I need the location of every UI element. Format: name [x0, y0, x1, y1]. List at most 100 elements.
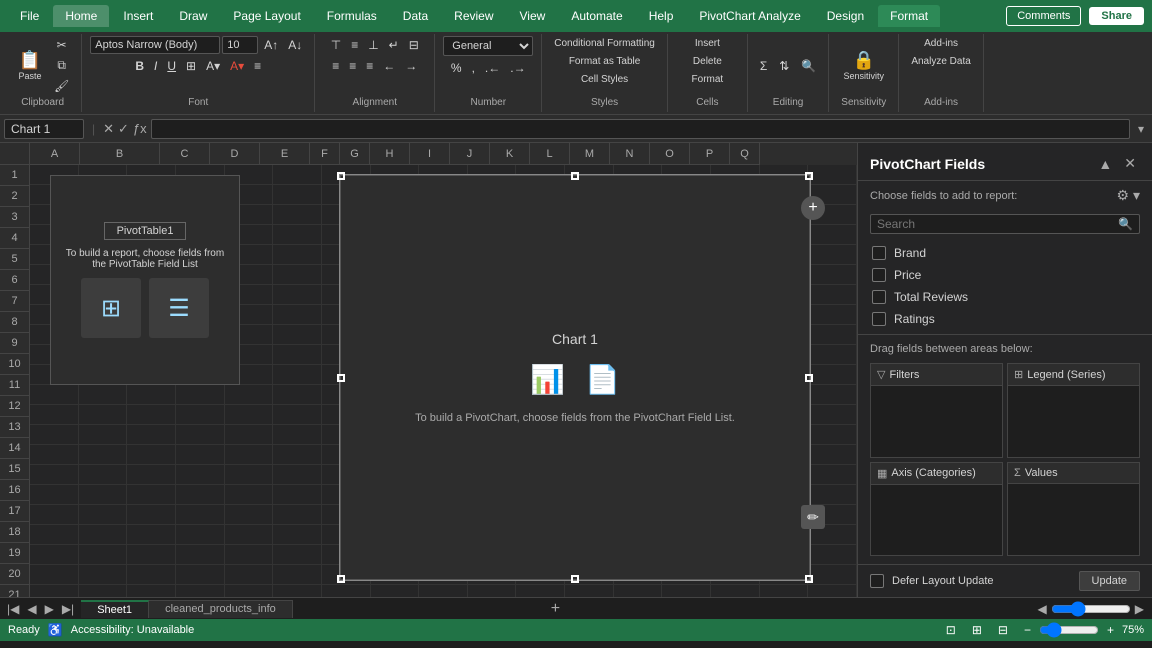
row-7[interactable]: 7	[0, 291, 30, 312]
drop-area-values[interactable]: Σ Values	[1007, 462, 1140, 557]
italic-button[interactable]: I	[150, 57, 161, 75]
scroll-left-btn[interactable]: ◀	[1038, 602, 1047, 616]
row-1[interactable]: 1	[0, 165, 30, 186]
paste-button[interactable]: 📋 Paste	[12, 48, 48, 84]
cells-area[interactable]: PivotTable1 To build a report, choose fi…	[30, 165, 857, 597]
row-8[interactable]: 8	[0, 312, 30, 333]
chart-add-button[interactable]: +	[801, 196, 825, 220]
sheet-nav-right[interactable]: ▶	[42, 602, 57, 616]
align-top-button[interactable]: ⊤	[327, 36, 345, 54]
font-color-button[interactable]: A▾	[226, 57, 248, 75]
sheet-nav-left[interactable]: ◀	[24, 602, 39, 616]
underline-button[interactable]: U	[163, 57, 180, 75]
row-11[interactable]: 11	[0, 375, 30, 396]
normal-view-button[interactable]: ⊡	[942, 621, 960, 639]
drop-area-axis[interactable]: ▦ Axis (Categories)	[870, 462, 1003, 557]
autosum-button[interactable]: Σ	[756, 57, 771, 75]
col-I[interactable]: I	[410, 143, 450, 165]
addins-button[interactable]: Add-ins	[920, 36, 962, 51]
col-J[interactable]: J	[450, 143, 490, 165]
row-4[interactable]: 4	[0, 228, 30, 249]
panel-gear-button[interactable]: ⚙ ▾	[1117, 187, 1140, 204]
align-right-button[interactable]: ≡	[362, 57, 377, 75]
panel-collapse-button[interactable]: ▲	[1094, 153, 1116, 174]
delete-button[interactable]: Delete	[689, 54, 726, 69]
page-break-view-button[interactable]: ⊟	[994, 621, 1012, 639]
row-21[interactable]: 21	[0, 585, 30, 597]
col-Q[interactable]: Q	[730, 143, 760, 165]
drop-area-legend[interactable]: ⊞ Legend (Series)	[1007, 363, 1140, 458]
col-L[interactable]: L	[530, 143, 570, 165]
comma-button[interactable]: ,	[468, 59, 479, 77]
fill-color-button[interactable]: A▾	[202, 57, 224, 75]
col-G[interactable]: G	[340, 143, 370, 165]
insert-button[interactable]: Insert	[691, 36, 724, 51]
sheet-nav-right-right[interactable]: ▶|	[59, 602, 77, 616]
row-12[interactable]: 12	[0, 396, 30, 417]
menu-pivotchart-analyze[interactable]: PivotChart Analyze	[687, 5, 812, 27]
row-3[interactable]: 3	[0, 207, 30, 228]
row-15[interactable]: 15	[0, 459, 30, 480]
row-18[interactable]: 18	[0, 522, 30, 543]
row-10[interactable]: 10	[0, 354, 30, 375]
menu-help[interactable]: Help	[637, 5, 686, 27]
col-D[interactable]: D	[210, 143, 260, 165]
format-painter-button[interactable]: 🖌	[50, 77, 73, 95]
search-input[interactable]	[877, 217, 1118, 231]
row-2[interactable]: 2	[0, 186, 30, 207]
comments-button[interactable]: Comments	[1006, 6, 1081, 26]
menu-insert[interactable]: Insert	[111, 5, 165, 27]
field-ratings-checkbox[interactable]	[872, 312, 886, 326]
share-button[interactable]: Share	[1089, 7, 1144, 25]
analyze-data-button[interactable]: Analyze Data	[907, 54, 974, 69]
row-13[interactable]: 13	[0, 417, 30, 438]
conditional-format-button[interactable]: Conditional Formatting	[550, 36, 659, 51]
col-K[interactable]: K	[490, 143, 530, 165]
scroll-slider[interactable]	[1051, 601, 1131, 617]
col-C[interactable]: C	[160, 143, 210, 165]
drop-area-filters[interactable]: ▽ Filters	[870, 363, 1003, 458]
col-B[interactable]: B	[80, 143, 160, 165]
menu-format[interactable]: Format	[878, 5, 940, 27]
cancel-formula-icon[interactable]: ✕	[103, 121, 114, 137]
col-H[interactable]: H	[370, 143, 410, 165]
more-font-options[interactable]: ≡	[250, 57, 265, 75]
formula-input[interactable]	[151, 119, 1130, 139]
format-button[interactable]: Format	[688, 72, 728, 87]
find-select-button[interactable]: 🔍	[797, 57, 820, 75]
sheet-tab-cleaned[interactable]: cleaned_products_info	[149, 600, 293, 618]
col-N[interactable]: N	[610, 143, 650, 165]
sensitivity-button[interactable]: 🔒 Sensitivity	[839, 48, 890, 84]
font-size-input[interactable]	[222, 36, 258, 54]
col-A[interactable]: A	[30, 143, 80, 165]
number-format-select[interactable]: General	[443, 36, 533, 56]
chart-edit-button[interactable]: ✏	[801, 505, 825, 529]
menu-page-layout[interactable]: Page Layout	[221, 5, 312, 27]
wrap-text-button[interactable]: ↵	[385, 36, 403, 54]
row-20[interactable]: 20	[0, 564, 30, 585]
menu-draw[interactable]: Draw	[167, 5, 219, 27]
menu-home[interactable]: Home	[53, 5, 109, 27]
chart-box[interactable]: Chart 1 📊 📄 To build a PivotChart, choos…	[340, 175, 810, 580]
zoom-in-button[interactable]: +	[1103, 621, 1118, 639]
zoom-out-button[interactable]: −	[1020, 621, 1035, 639]
increase-indent-button[interactable]: →	[401, 57, 421, 75]
menu-formulas[interactable]: Formulas	[315, 5, 389, 27]
scroll-right-btn[interactable]: ▶	[1135, 602, 1144, 616]
decrease-font-button[interactable]: A↓	[284, 36, 306, 54]
page-layout-view-button[interactable]: ⊞	[968, 621, 986, 639]
align-left-button[interactable]: ≡	[328, 57, 343, 75]
confirm-formula-icon[interactable]: ✓	[118, 121, 129, 137]
name-box[interactable]	[4, 119, 84, 139]
align-bottom-button[interactable]: ⊥	[364, 36, 382, 54]
row-9[interactable]: 9	[0, 333, 30, 354]
menu-automate[interactable]: Automate	[559, 5, 634, 27]
row-14[interactable]: 14	[0, 438, 30, 459]
copy-button[interactable]: ⧉	[50, 56, 73, 75]
menu-view[interactable]: View	[508, 5, 558, 27]
increase-font-button[interactable]: A↑	[260, 36, 282, 54]
cut-button[interactable]: ✂	[50, 36, 73, 54]
col-F[interactable]: F	[310, 143, 340, 165]
align-center-button[interactable]: ≡	[345, 57, 360, 75]
col-O[interactable]: O	[650, 143, 690, 165]
